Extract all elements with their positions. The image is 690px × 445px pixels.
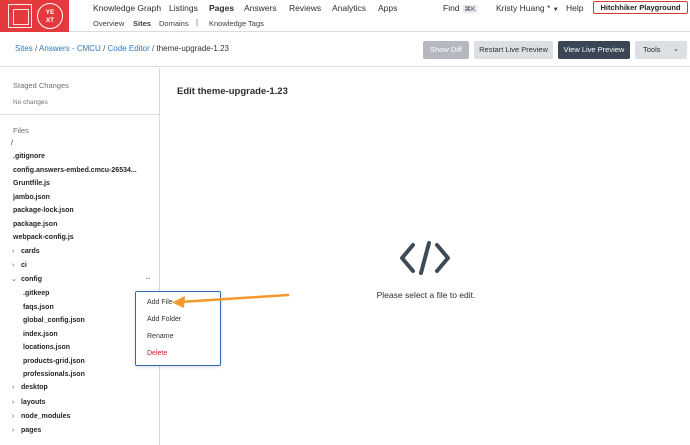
files-title: Files xyxy=(13,126,29,135)
folder-item-open[interactable]: config xyxy=(21,276,42,283)
breadcrumb-current: theme-upgrade-1.23 xyxy=(156,44,229,53)
folder-item[interactable]: pages xyxy=(21,427,41,434)
nav-knowledge-graph[interactable]: Knowledge Graph xyxy=(93,3,161,13)
product-switcher-icon xyxy=(8,4,32,28)
nav-listings[interactable]: Listings xyxy=(169,3,198,13)
subnav-knowledge-tags[interactable]: Knowledge Tags xyxy=(209,19,264,28)
nav-reviews[interactable]: Reviews xyxy=(289,3,321,13)
restart-live-preview-button[interactable]: Restart Live Preview xyxy=(474,41,553,59)
chevron-right-icon[interactable]: › xyxy=(12,262,14,269)
file-item[interactable]: package.json xyxy=(13,221,57,228)
file-item[interactable]: .gitignore xyxy=(13,153,45,160)
find-label: Find xyxy=(443,3,460,13)
help-link[interactable]: Help xyxy=(566,3,583,13)
code-brackets-icon xyxy=(400,241,450,275)
subnav-domains[interactable]: Domains xyxy=(159,19,189,28)
tools-label: Tools xyxy=(643,45,661,54)
folder-item[interactable]: ci xyxy=(21,262,27,269)
chevron-right-icon[interactable]: › xyxy=(12,399,14,406)
nav-analytics[interactable]: Analytics xyxy=(332,3,366,13)
find-button[interactable]: Find ⌘K xyxy=(443,3,478,13)
yext-logo[interactable]: YE XT xyxy=(0,0,69,32)
user-menu[interactable]: Kristy Huang * ▼ xyxy=(496,3,559,13)
breadcrumb-site[interactable]: Answers - CMCU xyxy=(39,44,101,53)
more-options-icon[interactable]: ··· xyxy=(145,274,151,283)
breadcrumb-sites[interactable]: Sites xyxy=(15,44,33,53)
file-item[interactable]: professionals.json xyxy=(23,371,85,378)
file-item[interactable]: jambo.json xyxy=(13,194,50,201)
chevron-right-icon[interactable]: › xyxy=(12,384,14,391)
file-item[interactable]: faqs.json xyxy=(23,304,54,311)
file-item[interactable]: products-grid.json xyxy=(23,358,85,365)
file-item[interactable]: package-lock.json xyxy=(13,207,74,214)
nav-pages[interactable]: Pages xyxy=(209,3,234,13)
file-item[interactable]: webpack-config.js xyxy=(13,234,74,241)
breadcrumb-bar: Sites / Answers - CMCU / Code Editor / t… xyxy=(0,33,690,67)
yext-logo-mark: YE XT xyxy=(37,3,63,29)
user-marker: * xyxy=(547,3,551,13)
file-tree-root[interactable]: / xyxy=(11,140,13,147)
file-item[interactable]: index.json xyxy=(23,331,58,338)
breadcrumb-code-editor[interactable]: Code Editor xyxy=(108,44,150,53)
sidebar-divider xyxy=(0,114,159,115)
folder-item[interactable]: cards xyxy=(21,248,40,255)
breadcrumb-separator: / xyxy=(152,44,155,53)
annotation-arrow-icon xyxy=(172,293,290,308)
view-live-preview-button[interactable]: View Live Preview xyxy=(558,41,630,59)
tools-dropdown[interactable]: Tools ⌄ xyxy=(635,41,687,59)
menu-add-folder[interactable]: Add Folder xyxy=(147,316,181,323)
code-editor-page: YE XT Knowledge Graph Listings Pages Answ… xyxy=(0,0,690,445)
subnav-separator: | xyxy=(196,18,199,27)
breadcrumb: Sites / Answers - CMCU / Code Editor / t… xyxy=(15,44,229,53)
chevron-down-icon[interactable]: ⌄ xyxy=(11,275,17,283)
subnav-sites[interactable]: Sites xyxy=(133,19,151,28)
show-diff-button[interactable]: Show Diff xyxy=(423,41,469,59)
file-sidebar: Staged Changes No changes Files / .gitig… xyxy=(0,68,160,445)
file-item[interactable]: global_config.json xyxy=(23,317,85,324)
folder-item[interactable]: layouts xyxy=(21,399,46,406)
chevron-right-icon[interactable]: › xyxy=(12,413,14,420)
chevron-down-icon: ⌄ xyxy=(673,46,679,53)
folder-item[interactable]: node_modules xyxy=(21,413,70,420)
file-item[interactable]: locations.json xyxy=(23,344,70,351)
staged-changes-title: Staged Changes xyxy=(13,81,69,90)
menu-add-file[interactable]: Add File xyxy=(147,299,173,306)
chevron-right-icon[interactable]: › xyxy=(12,248,14,255)
top-nav: YE XT Knowledge Graph Listings Pages Answ… xyxy=(0,0,690,32)
editor-title: Edit theme-upgrade-1.23 xyxy=(177,86,288,97)
empty-state-message: Please select a file to edit. xyxy=(376,290,476,300)
breadcrumb-separator: / xyxy=(35,44,38,53)
chevron-down-icon: ▼ xyxy=(552,7,559,13)
file-item[interactable]: Gruntfile.js xyxy=(13,180,50,187)
menu-rename[interactable]: Rename xyxy=(147,333,173,340)
folder-item[interactable]: desktop xyxy=(21,384,48,391)
nav-apps[interactable]: Apps xyxy=(378,3,397,13)
staged-empty-text: No changes xyxy=(13,99,48,106)
chevron-right-icon[interactable]: › xyxy=(12,427,14,434)
menu-delete[interactable]: Delete xyxy=(147,350,167,357)
file-item[interactable]: .gitkeep xyxy=(23,290,49,297)
user-name: Kristy Huang xyxy=(496,3,545,13)
breadcrumb-separator: / xyxy=(103,44,106,53)
subnav-overview[interactable]: Overview xyxy=(93,19,124,28)
nav-answers[interactable]: Answers xyxy=(244,3,277,13)
find-shortcut: ⌘K xyxy=(462,5,478,13)
file-item[interactable]: config.answers-embed.cmcu-26534... xyxy=(13,167,137,174)
environment-badge[interactable]: Hitchhiker Playground xyxy=(593,1,688,14)
